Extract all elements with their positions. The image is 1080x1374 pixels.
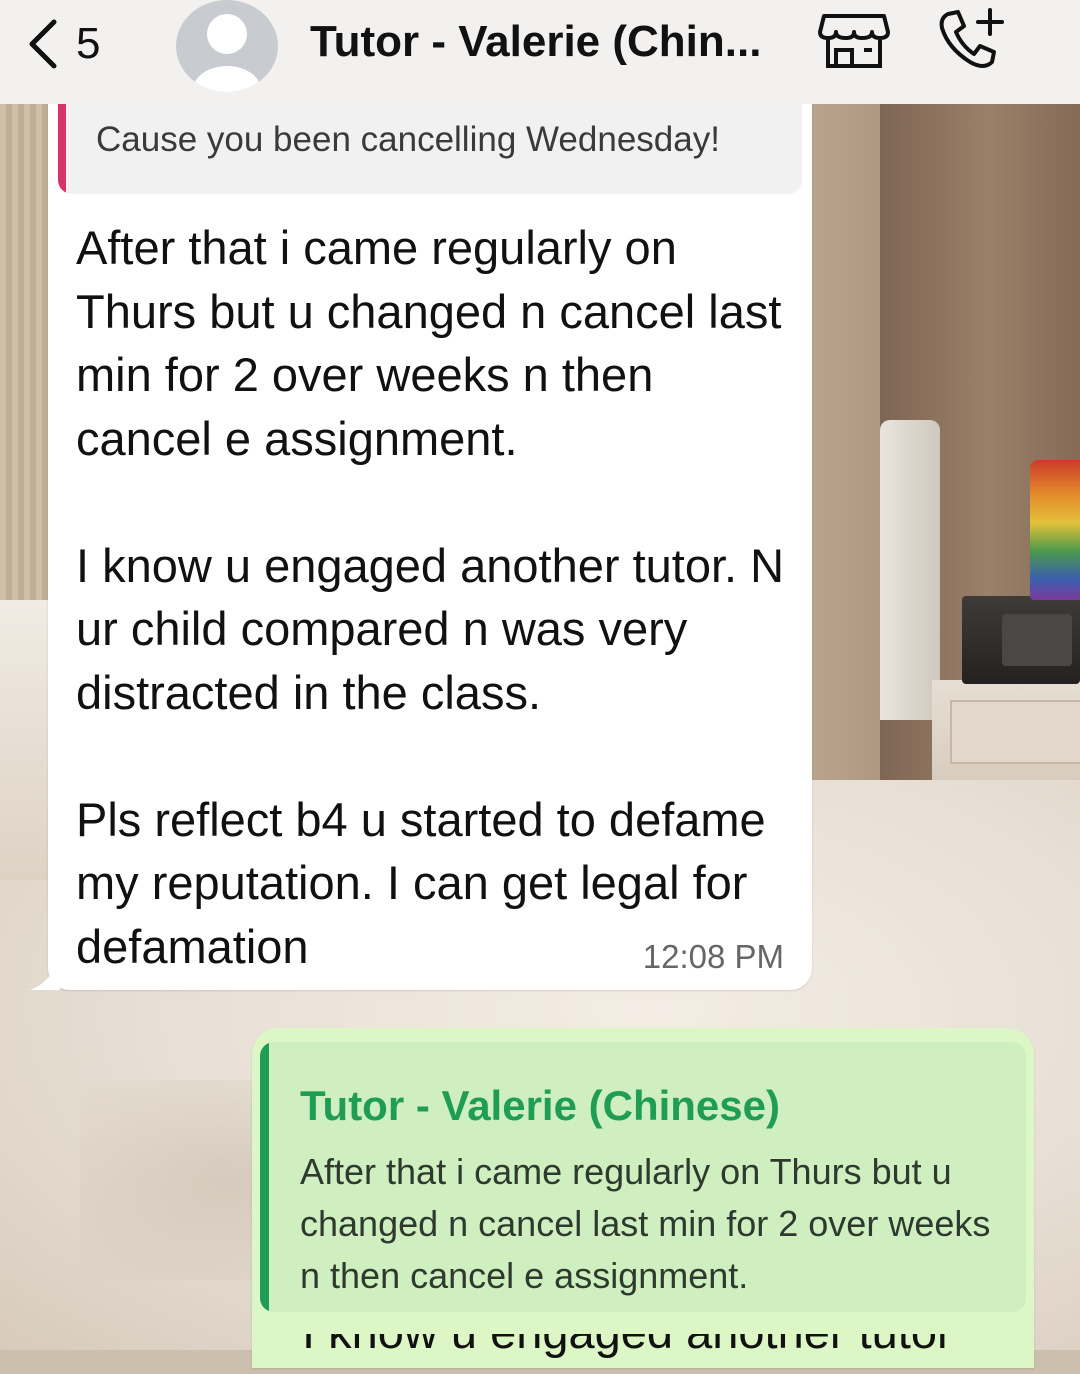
back-button[interactable]: 5 — [24, 14, 134, 74]
quoted-reply[interactable]: Cause you been cancelling Wednesday! — [58, 104, 802, 194]
quoted-reply[interactable]: Tutor - Valerie (Chinese) After that i c… — [260, 1042, 1026, 1312]
message-paragraph: I know u engaged another tutor — [302, 1334, 1002, 1359]
quoted-text: After that i came regularly on Thurs but… — [300, 1151, 991, 1296]
message-timestamp: 12:08 PM — [642, 938, 784, 975]
message-paragraph: I know u engaged another tutor. N ur chi… — [76, 538, 785, 719]
message-paragraph: After that i came regularly on Thurs but… — [76, 221, 782, 465]
phone-add-icon[interactable] — [934, 4, 1006, 74]
quote-bar — [260, 1042, 269, 1312]
chevron-left-icon — [29, 19, 57, 69]
chat-header: 5 Tutor - Valerie (Chin... — [0, 0, 1080, 104]
person-silhouette-icon — [193, 14, 261, 92]
avatar[interactable] — [176, 0, 278, 92]
background-bag — [1030, 460, 1080, 600]
quote-bar — [58, 104, 66, 194]
message-text: After that i came regularly on Thurs but… — [76, 216, 796, 978]
background-drawer — [950, 700, 1080, 764]
background-robe — [880, 420, 940, 720]
incoming-message[interactable]: Cause you been cancelling Wednesday! Aft… — [30, 104, 812, 990]
message-text: I know u engaged another tutor — [302, 1334, 1002, 1374]
contact-name[interactable]: Tutor - Valerie (Chin... — [310, 14, 790, 70]
outgoing-message[interactable]: Tutor - Valerie (Chinese) After that i c… — [252, 1028, 1034, 1368]
quoted-text: Cause you been cancelling Wednesday! — [96, 120, 720, 159]
background-safe-keypad — [1002, 614, 1072, 666]
quoted-author: Tutor - Valerie (Chinese) — [300, 1082, 780, 1129]
storefront-icon[interactable] — [818, 8, 890, 72]
unread-count: 5 — [76, 19, 101, 68]
bubble-tail — [30, 960, 60, 990]
